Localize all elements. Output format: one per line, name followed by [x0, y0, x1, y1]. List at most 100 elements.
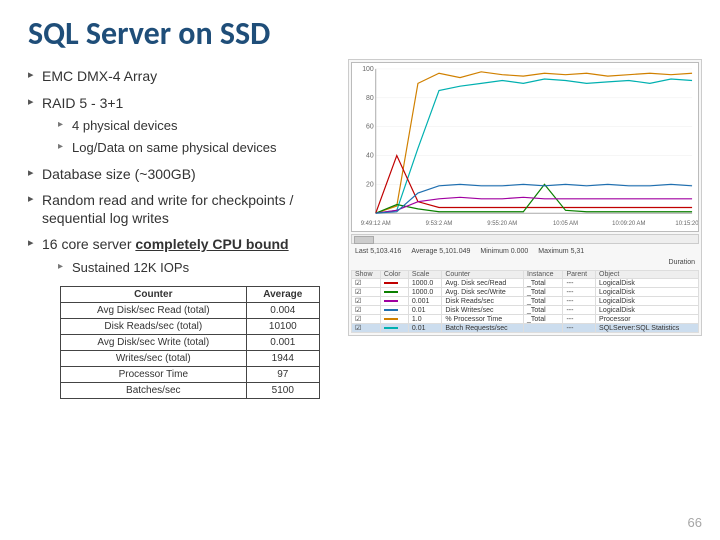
perfmon-counter-row[interactable]: ☑1000.0Avg. Disk sec/Read_Total---Logica… [352, 279, 699, 288]
show-checkbox[interactable]: ☑ [352, 324, 381, 333]
show-checkbox[interactable]: ☑ [352, 297, 381, 306]
perfmon-chart: 204060801009:49:12 AM9:53:2 AM9:55:20 AM… [351, 62, 699, 232]
counter-avg: 1944 [246, 350, 319, 366]
counter-name: Avg Disk/sec Write (total) [61, 334, 247, 350]
parent-cell: --- [563, 279, 596, 288]
pth-parent[interactable]: Parent [563, 271, 596, 279]
object-cell: LogicalDisk [596, 306, 699, 315]
svg-text:9:55:20 AM: 9:55:20 AM [487, 221, 517, 227]
th-average: Average [246, 286, 319, 302]
bullet-1: EMC DMX-4 Array [28, 68, 340, 86]
show-checkbox[interactable]: ☑ [352, 288, 381, 297]
svg-text:10:09:20 AM: 10:09:20 AM [612, 221, 645, 227]
bullet-3: Database size (~300GB) [28, 166, 340, 184]
pth-instance[interactable]: Instance [524, 271, 563, 279]
pth-counter[interactable]: Counter [442, 271, 524, 279]
stat-dur-label: Duration [669, 259, 695, 266]
table-row: Processor Time97 [61, 366, 320, 382]
svg-text:20: 20 [366, 181, 374, 188]
scale-cell: 0.001 [408, 297, 442, 306]
perfmon-counter-row[interactable]: ☑1.0% Processor Time_Total---Processor [352, 315, 699, 324]
horizontal-scrollbar[interactable] [351, 234, 699, 244]
pth-object[interactable]: Object [596, 271, 699, 279]
color-swatch [380, 288, 408, 297]
pth-scale[interactable]: Scale [408, 271, 442, 279]
svg-text:10:15:20 AM: 10:15:20 AM [675, 221, 698, 227]
instance-cell: _Total [524, 315, 563, 324]
stat-avg-value: 5,101.049 [439, 248, 470, 255]
parent-cell: --- [563, 297, 596, 306]
stat-min-label: Minimum [480, 248, 508, 255]
table-row: Batches/sec5100 [61, 382, 320, 398]
svg-text:9:49:12 AM: 9:49:12 AM [361, 221, 391, 227]
perfmon-panel: 204060801009:49:12 AM9:53:2 AM9:55:20 AM… [348, 59, 702, 336]
scale-cell: 0.01 [408, 324, 442, 333]
stat-avg-label: Average [411, 248, 437, 255]
parent-cell: --- [563, 315, 596, 324]
show-checkbox[interactable]: ☑ [352, 279, 381, 288]
bullet-2: RAID 5 - 3+1 4 physical devices Log/Data… [28, 95, 340, 157]
perfmon-counter-row[interactable]: ☑0.01Disk Writes/sec_Total---LogicalDisk [352, 306, 699, 315]
scale-cell: 1000.0 [408, 279, 442, 288]
slide-title: SQL Server on SSD [0, 0, 720, 59]
bullet-5-sub-1: Sustained 12K IOPs [58, 260, 340, 276]
counter-cell: Avg. Disk sec/Read [442, 279, 524, 288]
stats-row: Last 5,103.416 Average 5,101.049 Minimum… [349, 246, 701, 257]
counter-cell: % Processor Time [442, 315, 524, 324]
color-swatch [380, 324, 408, 333]
instance-cell: _Total [524, 297, 563, 306]
th-counter: Counter [61, 286, 247, 302]
bullet-2-sub-1: 4 physical devices [58, 118, 340, 134]
counter-cell: Avg. Disk sec/Write [442, 288, 524, 297]
parent-cell: --- [563, 324, 596, 333]
counter-name: Batches/sec [61, 382, 247, 398]
perfmon-counter-row[interactable]: ☑0.001Disk Reads/sec_Total---LogicalDisk [352, 297, 699, 306]
color-swatch [380, 315, 408, 324]
instance-cell: _Total [524, 279, 563, 288]
object-cell: SQLServer:SQL Statistics [596, 324, 699, 333]
object-cell: Processor [596, 315, 699, 324]
bullet-5-pre: 16 core server [42, 236, 135, 252]
stat-max-label: Maximum [538, 248, 568, 255]
counter-name: Disk Reads/sec (total) [61, 318, 247, 334]
perfmon-counter-row[interactable]: ☑1000.0Avg. Disk sec/Write_Total---Logic… [352, 288, 699, 297]
counter-name: Processor Time [61, 366, 247, 382]
parent-cell: --- [563, 306, 596, 315]
svg-text:9:53:2 AM: 9:53:2 AM [426, 221, 453, 227]
counter-avg: 0.001 [246, 334, 319, 350]
bullet-5: 16 core server completely CPU bound Sust… [28, 236, 340, 276]
bullet-column: EMC DMX-4 Array RAID 5 - 3+1 4 physical … [20, 59, 340, 399]
stat-min-value: 0.000 [511, 248, 529, 255]
table-row: Disk Reads/sec (total)10100 [61, 318, 320, 334]
pth-color[interactable]: Color [380, 271, 408, 279]
table-row: Writes/sec (total)1944 [61, 350, 320, 366]
svg-text:80: 80 [366, 95, 374, 102]
scale-cell: 1000.0 [408, 288, 442, 297]
bullet-4: Random read and write for checkpoints / … [28, 192, 340, 227]
counter-avg: 97 [246, 366, 319, 382]
counter-summary-table: Counter Average Avg Disk/sec Read (total… [60, 286, 320, 399]
table-row: Avg Disk/sec Write (total)0.001 [61, 334, 320, 350]
scale-cell: 0.01 [408, 306, 442, 315]
show-checkbox[interactable]: ☑ [352, 306, 381, 315]
perfmon-counter-table: Show Color Scale Counter Instance Parent… [351, 270, 699, 333]
stat-max-value: 5,31 [571, 248, 585, 255]
counter-cell: Batch Requests/sec [442, 324, 524, 333]
pth-show[interactable]: Show [352, 271, 381, 279]
show-checkbox[interactable]: ☑ [352, 315, 381, 324]
stat-last-label: Last [355, 248, 368, 255]
color-swatch [380, 306, 408, 315]
bullet-5-emphasis: completely CPU bound [135, 236, 288, 252]
counter-avg: 5100 [246, 382, 319, 398]
counter-avg: 0.004 [246, 302, 319, 318]
bullet-2-sub-2: Log/Data on same physical devices [58, 140, 340, 156]
instance-cell: _Total [524, 306, 563, 315]
instance-cell: _Total [524, 288, 563, 297]
svg-text:40: 40 [366, 152, 374, 159]
bullet-2-label: RAID 5 - 3+1 [42, 95, 123, 111]
color-swatch [380, 297, 408, 306]
table-row: Avg Disk/sec Read (total)0.004 [61, 302, 320, 318]
perfmon-counter-row[interactable]: ☑ 0.01Batch Requests/sec ---SQLServer:SQL … [352, 324, 699, 333]
slide-number: 66 [688, 515, 702, 530]
counter-avg: 10100 [246, 318, 319, 334]
